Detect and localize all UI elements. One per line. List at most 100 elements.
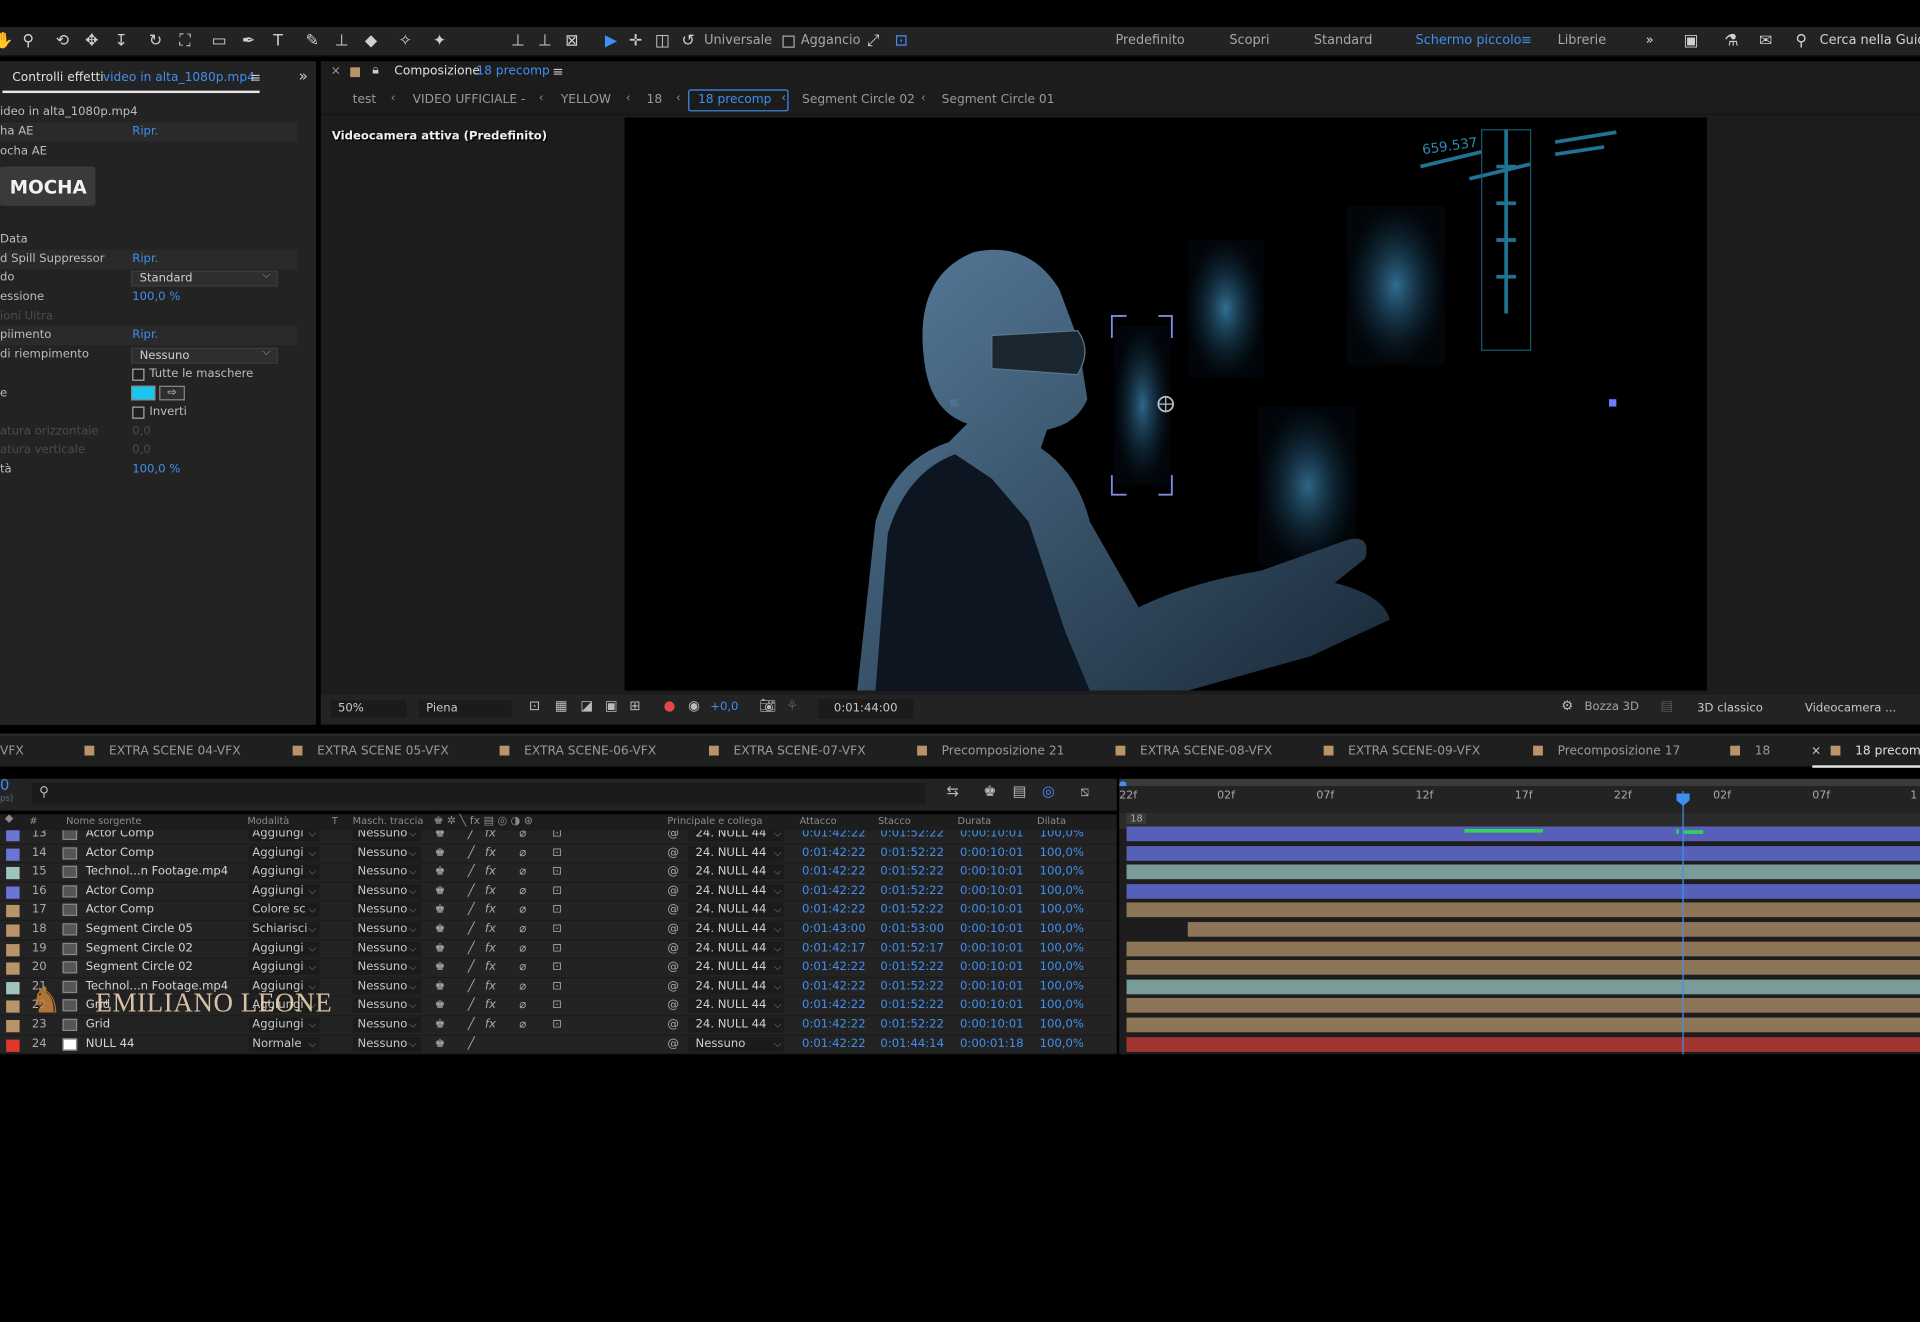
pickwhip-icon[interactable]: @ bbox=[667, 960, 679, 973]
tab-extra-scene-05[interactable]: EXTRA SCENE 05-VFX bbox=[292, 744, 449, 758]
layer-track-matte[interactable]: Nessuno bbox=[358, 1018, 408, 1031]
layer-track-matte[interactable]: Nessuno bbox=[358, 1037, 408, 1050]
current-time-display[interactable]: 0 bbox=[0, 776, 9, 793]
brush-tool-icon[interactable]: ✎ bbox=[301, 31, 323, 53]
col-number[interactable]: # bbox=[29, 816, 37, 827]
quality-switch-icon[interactable]: ╱ bbox=[468, 960, 475, 973]
layer-stretch[interactable]: 100,0% bbox=[1040, 941, 1084, 954]
layer-in[interactable]: 0:01:42:22 bbox=[802, 884, 866, 897]
workspace-standard[interactable]: Standard bbox=[1314, 33, 1373, 48]
selection-tool-icon[interactable]: ▶ bbox=[600, 31, 622, 53]
workspace-menu-icon[interactable]: ≡ bbox=[1521, 33, 1532, 48]
layer-out[interactable]: 0:01:52:22 bbox=[880, 998, 944, 1011]
motion-blur-switch-icon[interactable]: ⌀ bbox=[519, 903, 526, 916]
layer-in[interactable]: 0:01:42:22 bbox=[802, 846, 866, 859]
close-tab-icon[interactable]: × bbox=[1811, 744, 1821, 757]
reset-exposure-icon[interactable]: ◉ bbox=[688, 698, 700, 714]
local-axis-icon[interactable]: ⊥ bbox=[507, 31, 529, 53]
shy-switch-icon[interactable]: ♚ bbox=[435, 960, 445, 973]
roto-brush-tool-icon[interactable]: ✧ bbox=[394, 31, 416, 53]
fx-switch-icon[interactable]: fx bbox=[485, 922, 496, 935]
draft3d-label[interactable]: Bozza 3D bbox=[1585, 700, 1640, 713]
guides-icon[interactable]: ▣ bbox=[605, 698, 618, 714]
3d-layer-switch-icon[interactable]: ⊡ bbox=[552, 960, 562, 973]
layer-row[interactable]: 14 Actor Comp Aggiungi ⌵ Nessuno ⌵ ♚ ╱ fx ⌀ ⊡ @24. … bbox=[0, 844, 1117, 864]
layer-stretch[interactable]: 100,0% bbox=[1040, 1037, 1084, 1050]
layer-name[interactable]: Segment Circle 02 bbox=[86, 941, 193, 954]
playhead-line[interactable] bbox=[1682, 791, 1684, 1055]
3d-layer-switch-icon[interactable]: ⊡ bbox=[552, 830, 562, 840]
comp-menu-icon[interactable]: ≡ bbox=[552, 64, 563, 80]
crumb-segment-circle-02[interactable]: Segment Circle 02 bbox=[802, 93, 915, 106]
shy-switch-icon[interactable]: ♚ bbox=[435, 846, 445, 859]
effect-mocha-ae[interactable]: ha AE bbox=[0, 125, 34, 138]
3d-layer-switch-icon[interactable]: ⊡ bbox=[552, 884, 562, 897]
layer-in[interactable]: 0:01:42:22 bbox=[802, 979, 866, 992]
layer-duration[interactable]: 0:00:10:01 bbox=[960, 903, 1024, 916]
pickwhip-icon[interactable]: @ bbox=[667, 941, 679, 954]
extended-viewer-icon[interactable]: ▤ bbox=[1660, 698, 1673, 714]
layer-name[interactable]: Segment Circle 02 bbox=[86, 960, 193, 973]
layer-name[interactable]: Actor Comp bbox=[86, 830, 154, 840]
scale-icon[interactable]: ◫ bbox=[651, 31, 673, 53]
layer-parent[interactable]: Nessuno bbox=[696, 1037, 746, 1050]
3d-layer-switch-icon[interactable]: ⊡ bbox=[552, 979, 562, 992]
layer-mode[interactable]: Aggiungi bbox=[252, 846, 308, 859]
more-workspaces-icon[interactable]: » bbox=[1646, 33, 1654, 48]
layer-duration[interactable]: 0:00:10:01 bbox=[960, 884, 1024, 897]
layer-track-matte[interactable]: Nessuno bbox=[358, 941, 408, 954]
renderer-dropdown[interactable]: 3D classico bbox=[1690, 700, 1786, 717]
layer-in[interactable]: 0:01:42:22 bbox=[802, 998, 866, 1011]
quality-switch-icon[interactable]: ╱ bbox=[468, 1018, 475, 1031]
shy-switch-icon[interactable]: ♚ bbox=[435, 865, 445, 878]
puppet-tool-icon[interactable]: ✦ bbox=[429, 31, 451, 53]
timeline-tracks[interactable]: 22f 02f 07f 12f 17f 22f 02f 07f 1 18 bbox=[1119, 778, 1920, 1055]
fx-switch-icon[interactable]: fx bbox=[485, 884, 496, 897]
layer-name[interactable]: Actor Comp bbox=[86, 884, 154, 897]
effect-fill[interactable]: piimento bbox=[0, 328, 51, 341]
motion-blur-switch-icon[interactable]: ⌀ bbox=[519, 1018, 526, 1031]
quality-switch-icon[interactable]: ╱ bbox=[468, 830, 475, 840]
snap-target-icon[interactable]: ⊡ bbox=[890, 31, 912, 53]
workspace-scopri[interactable]: Scopri bbox=[1229, 33, 1269, 48]
layer-bar[interactable] bbox=[1126, 845, 1920, 861]
snapshot-icon[interactable]: 📷︎ bbox=[759, 698, 776, 714]
pickwhip-icon[interactable]: @ bbox=[667, 1018, 679, 1031]
tab-extra-scene-04[interactable]: EXTRA SCENE 04-VFX bbox=[84, 744, 241, 758]
comp-title[interactable]: 18 precomp bbox=[476, 65, 549, 78]
layer-mode[interactable]: Aggiungi bbox=[252, 941, 308, 954]
col-parent[interactable]: Principale e collega bbox=[667, 816, 762, 827]
grid-icon[interactable]: ⊞ bbox=[629, 698, 640, 714]
col-stretch[interactable]: Dilata bbox=[1037, 816, 1066, 827]
layer-mode[interactable]: Schiarisci bbox=[252, 922, 308, 935]
layer-stretch[interactable]: 100,0% bbox=[1040, 922, 1084, 935]
layer-parent[interactable]: 24. NULL 44 bbox=[696, 1018, 767, 1031]
shy-switch-icon[interactable]: ♚ bbox=[435, 922, 445, 935]
pickwhip-icon[interactable]: @ bbox=[667, 903, 679, 916]
mocha-button[interactable]: MOCHA bbox=[0, 166, 96, 206]
tab-18-precomp[interactable]: 18 precomp bbox=[1830, 744, 1920, 758]
shy-switch-icon[interactable]: ♚ bbox=[435, 903, 445, 916]
layer-row[interactable]: 19 Segment Circle 02 Aggiungi ⌵ Nessuno ⌵ ♚ ╱ fx… bbox=[0, 940, 1117, 960]
layer-track-matte[interactable]: Nessuno bbox=[358, 960, 408, 973]
layer-label-color[interactable] bbox=[6, 886, 20, 899]
tab-extra-scene-09[interactable]: EXTRA SCENE-09-VFX bbox=[1323, 744, 1480, 758]
layer-bar[interactable] bbox=[1126, 1036, 1920, 1052]
motion-blur-switch-icon[interactable]: ⌀ bbox=[519, 846, 526, 859]
quality-switch-icon[interactable]: ╱ bbox=[468, 979, 475, 992]
composition-viewer[interactable]: 659.537 bbox=[624, 117, 1707, 691]
fx-switch-icon[interactable]: fx bbox=[485, 979, 496, 992]
layer-row[interactable]: 16 Actor Comp Aggiungi ⌵ Nessuno ⌵ ♚ ╱ fx ⌀ ⊡ @24. … bbox=[0, 883, 1117, 902]
layer-duration[interactable]: 0:00:01:18 bbox=[960, 1037, 1024, 1050]
tab-extra-scene-08[interactable]: EXTRA SCENE-08-VFX bbox=[1115, 744, 1272, 758]
chat-icon[interactable]: ✉ bbox=[1755, 31, 1777, 53]
col-out[interactable]: Stacco bbox=[878, 816, 911, 827]
layer-track-matte[interactable]: Nessuno bbox=[358, 922, 408, 935]
pickwhip-icon[interactable]: @ bbox=[667, 830, 679, 840]
rotate-tool-icon[interactable]: ↻ bbox=[144, 31, 166, 53]
eyedropper-icon[interactable]: ⇨ bbox=[159, 385, 185, 401]
fx-switch-icon[interactable]: fx bbox=[485, 1018, 496, 1031]
fx-switch-icon[interactable]: fx bbox=[485, 960, 496, 973]
layer-in[interactable]: 0:01:42:22 bbox=[802, 1018, 866, 1031]
show-snapshot-icon[interactable]: ⚘ bbox=[786, 698, 798, 714]
